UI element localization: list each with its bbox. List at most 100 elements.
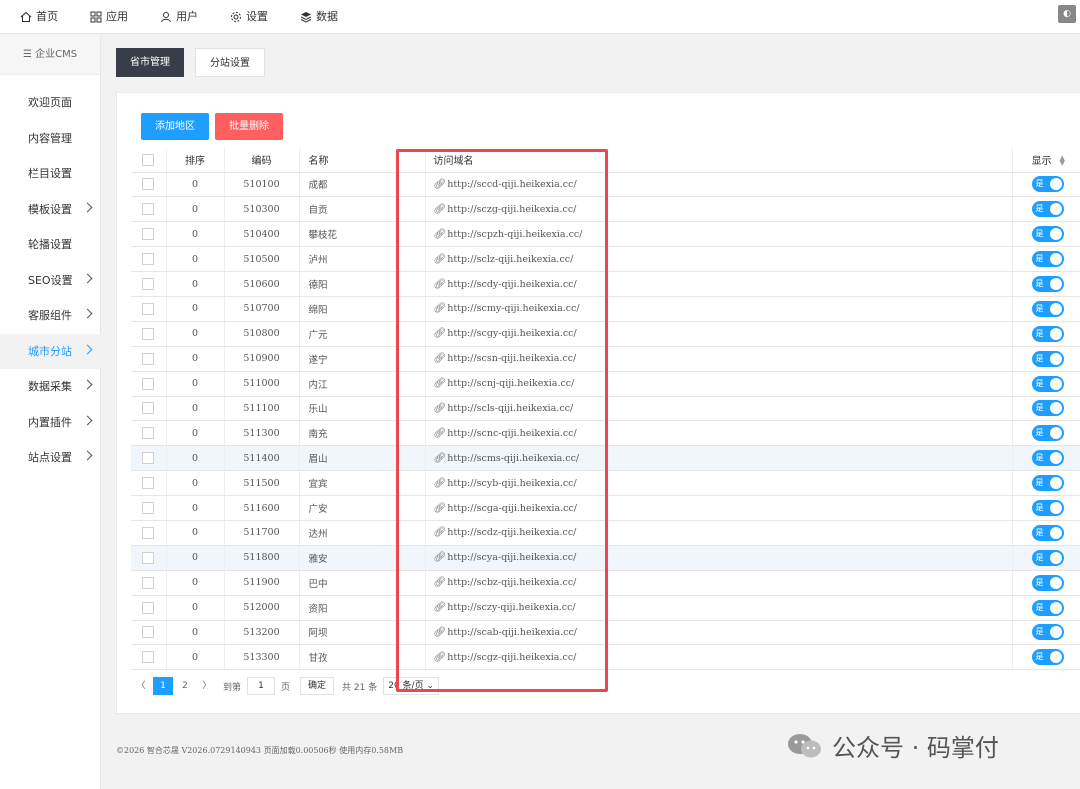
sidebar-item[interactable]: SEO设置 (0, 263, 101, 298)
show-toggle[interactable]: 是 (1031, 524, 1064, 541)
row-checkbox[interactable] (131, 420, 167, 447)
sidebar-item[interactable]: 内置插件 (0, 405, 101, 440)
row-sort[interactable]: 0 (166, 495, 225, 521)
page-size-select[interactable]: 20 条/页 ⌄ (383, 677, 440, 695)
show-toggle[interactable]: 是 (1031, 375, 1064, 392)
table-row[interactable]: 0 510100 成都 🔗︎http://sccd-qiji.heikexia.cc/… (131, 172, 1080, 198)
nav-data[interactable]: 数据 (300, 0, 338, 34)
show-toggle[interactable]: 是 (1031, 599, 1064, 616)
table-row[interactable]: 0 511800 雅安 🔗︎http://scya-qiji.heikexia.cc/… (131, 545, 1080, 571)
table-row[interactable]: 0 511900 巴中 🔗︎http://scbz-qiji.heikexia.cc/… (131, 570, 1080, 596)
row-url-link[interactable]: http://scnj-qiji.heikexia.cc/ (447, 378, 574, 389)
sidebar-item[interactable]: 城市分站 (0, 333, 101, 369)
table-row[interactable]: 0 513200 阿坝 🔗︎http://scab-qiji.heikexia.cc/… (131, 620, 1080, 646)
row-sort[interactable]: 0 (166, 470, 225, 497)
row-url-link[interactable]: http://scbz-qiji.heikexia.cc/ (447, 577, 576, 588)
prev-page-button[interactable]: 〈 (131, 677, 151, 695)
show-toggle[interactable]: 是 (1031, 201, 1064, 218)
next-page-button[interactable]: 〉 (197, 677, 217, 695)
nav-apps[interactable]: 应用 (90, 0, 128, 34)
show-toggle[interactable]: 是 (1031, 450, 1064, 467)
sidebar-item[interactable]: 内容管理 (0, 121, 101, 156)
row-checkbox[interactable] (131, 595, 167, 621)
table-row[interactable]: 0 510500 泸州 🔗︎http://sclz-qiji.heikexia.cc/… (131, 246, 1080, 273)
row-sort[interactable]: 0 (166, 595, 225, 621)
row-url-link[interactable]: http://scab-qiji.heikexia.cc/ (447, 627, 577, 638)
row-url-link[interactable]: http://scpzh-qiji.heikexia.cc/ (447, 229, 582, 240)
table-row[interactable]: 0 511300 南充 🔗︎http://scnc-qiji.heikexia.cc/… (131, 420, 1080, 447)
show-toggle[interactable]: 是 (1031, 251, 1064, 268)
page-2-button[interactable]: 2 (175, 677, 195, 695)
row-url-link[interactable]: http://scdz-qiji.heikexia.cc/ (447, 527, 576, 538)
sidebar-item[interactable]: 站点设置 (0, 440, 101, 475)
row-url-link[interactable]: http://scgz-qiji.heikexia.cc/ (447, 652, 576, 663)
row-checkbox[interactable] (131, 371, 167, 397)
table-row[interactable]: 0 510300 自贡 🔗︎http://sczg-qiji.heikexia.cc/… (131, 196, 1080, 223)
row-checkbox[interactable] (131, 445, 167, 472)
row-sort[interactable]: 0 (166, 570, 225, 596)
row-sort[interactable]: 0 (166, 371, 225, 397)
row-checkbox[interactable] (131, 221, 167, 248)
row-checkbox[interactable] (131, 321, 167, 347)
sidebar-item[interactable]: 客服组件 (0, 298, 101, 333)
row-checkbox[interactable] (131, 396, 167, 422)
show-toggle[interactable]: 是 (1031, 624, 1064, 641)
tab-province-management[interactable]: 省市管理 (116, 48, 184, 77)
row-checkbox[interactable] (131, 346, 167, 372)
page-1-button[interactable]: 1 (153, 677, 173, 695)
row-sort[interactable]: 0 (166, 620, 225, 646)
row-url-link[interactable]: http://scgy-qiji.heikexia.cc/ (447, 328, 577, 339)
row-checkbox[interactable] (131, 644, 167, 671)
row-checkbox[interactable] (131, 520, 167, 546)
sidebar-item[interactable]: 栏目设置 (0, 156, 101, 191)
row-checkbox[interactable] (131, 620, 167, 646)
show-toggle[interactable]: 是 (1031, 350, 1064, 367)
row-sort[interactable]: 0 (166, 420, 225, 447)
show-toggle[interactable]: 是 (1031, 425, 1064, 442)
row-url-link[interactable]: http://scya-qiji.heikexia.cc/ (447, 552, 576, 563)
row-sort[interactable]: 0 (166, 545, 225, 571)
sidebar-item[interactable]: 欢迎页面 (0, 85, 101, 120)
show-toggle[interactable]: 是 (1031, 574, 1064, 591)
row-url-link[interactable]: http://scyb-qiji.heikexia.cc/ (447, 478, 577, 489)
table-row[interactable]: 0 510400 攀枝花 🔗︎http://scpzh-qiji.heikexia.c… (131, 221, 1080, 248)
row-checkbox[interactable] (131, 246, 167, 273)
row-sort[interactable]: 0 (166, 321, 225, 347)
row-sort[interactable]: 0 (166, 346, 225, 372)
tab-substation-settings[interactable]: 分站设置 (195, 48, 265, 77)
row-checkbox[interactable] (131, 196, 167, 223)
row-sort[interactable]: 0 (166, 246, 225, 273)
row-checkbox[interactable] (131, 172, 167, 198)
nav-settings[interactable]: 设置 (230, 0, 268, 34)
sidebar-item[interactable]: 模板设置 (0, 192, 101, 227)
row-sort[interactable]: 0 (166, 196, 225, 223)
table-row[interactable]: 0 510900 遂宁 🔗︎http://scsn-qiji.heikexia.cc/… (131, 346, 1080, 372)
row-sort[interactable]: 0 (166, 644, 225, 671)
show-toggle[interactable]: 是 (1031, 276, 1064, 292)
show-toggle[interactable]: 是 (1031, 475, 1064, 492)
theme-icon[interactable]: ◐ (1058, 5, 1076, 23)
nav-home[interactable]: 首页 (20, 0, 58, 34)
row-url-link[interactable]: http://scga-qiji.heikexia.cc/ (447, 503, 577, 514)
add-region-button[interactable]: 添加地区 (141, 113, 209, 140)
show-toggle[interactable]: 是 (1031, 500, 1064, 517)
row-sort[interactable]: 0 (166, 172, 225, 198)
goto-page-input[interactable]: 1 (247, 677, 276, 695)
table-row[interactable]: 0 513300 甘孜 🔗︎http://scgz-qiji.heikexia.cc/… (131, 644, 1080, 671)
row-url-link[interactable]: http://scnc-qiji.heikexia.cc/ (447, 428, 576, 439)
show-toggle[interactable]: 是 (1031, 325, 1064, 342)
goto-confirm-button[interactable]: 确定 (300, 677, 335, 695)
row-url-link[interactable]: http://scls-qiji.heikexia.cc/ (447, 403, 573, 414)
show-toggle[interactable]: 是 (1031, 226, 1064, 243)
nav-users[interactable]: 用户 (160, 0, 198, 34)
row-checkbox[interactable] (131, 570, 167, 596)
show-toggle[interactable]: 是 (1031, 549, 1064, 566)
row-checkbox[interactable] (131, 296, 167, 322)
row-url-link[interactable]: http://sczy-qiji.heikexia.cc/ (447, 602, 575, 613)
show-toggle[interactable]: 是 (1031, 176, 1064, 193)
row-sort[interactable]: 0 (166, 520, 225, 546)
show-toggle[interactable]: 是 (1031, 300, 1064, 317)
row-url-link[interactable]: http://scmy-qiji.heikexia.cc/ (447, 303, 579, 314)
table-row[interactable]: 0 510600 德阳 🔗︎http://scdy-qiji.heikexia.cc/… (131, 271, 1080, 297)
table-row[interactable]: 0 512000 资阳 🔗︎http://sczy-qiji.heikexia.cc/… (131, 595, 1080, 621)
